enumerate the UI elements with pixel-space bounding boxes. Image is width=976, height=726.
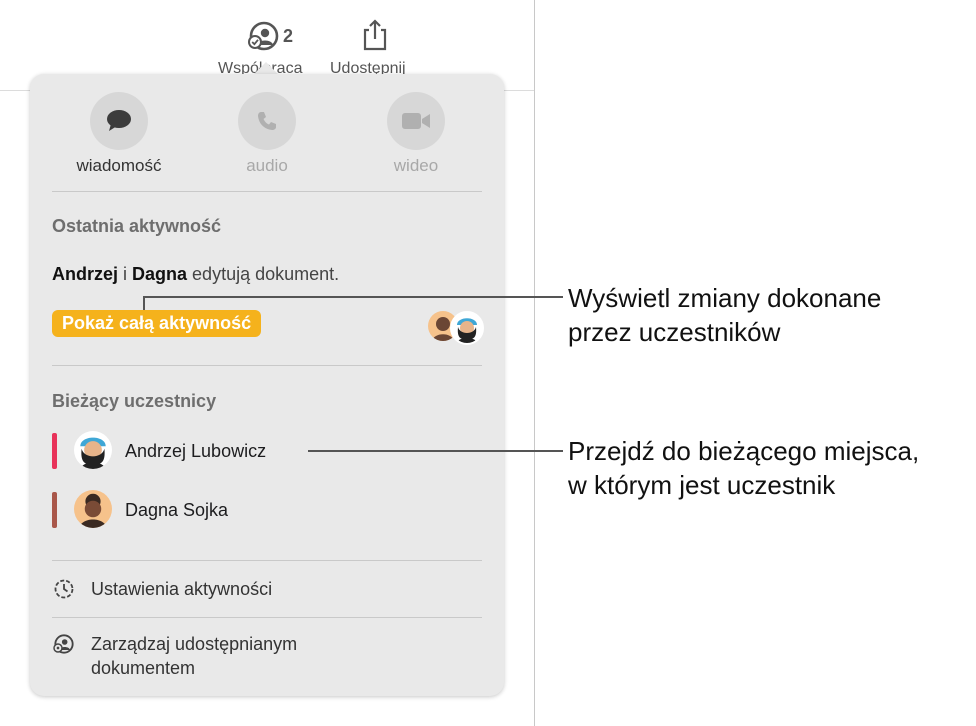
callout-bottom-line-2: w którym jest uczestnik [568, 470, 836, 500]
callout-go-to-participant: Przejdź do bieżącego miejsca, w którym j… [568, 434, 919, 502]
recent-activity-title: Ostatnia aktywność [52, 216, 222, 236]
callout-show-changes: Wyświetl zmiany dokonane przez uczestnik… [568, 281, 881, 349]
manage-label-line-1: Zarządzaj udostępnianym [91, 634, 298, 654]
audio-label: audio [246, 156, 288, 175]
manage-label-line-2: dokumentem [91, 658, 196, 678]
activity-conjunction: i [118, 264, 133, 284]
message-bubble-icon [107, 110, 131, 131]
video-button[interactable] [387, 92, 445, 150]
callout-line [308, 450, 563, 452]
audio-button[interactable] [238, 92, 296, 150]
avatar [450, 311, 484, 345]
participant-color-bar [52, 433, 57, 469]
phone-icon [258, 112, 276, 130]
message-button[interactable] [90, 92, 148, 150]
participant-color-bar [52, 492, 57, 528]
share-icon [363, 19, 387, 51]
activity-user-2: Dagna [132, 264, 188, 284]
divider [52, 560, 482, 561]
participant-avatar [74, 431, 112, 469]
collaboration-popover: wiadomość audio wideo Ostatnia aktywność… [30, 74, 504, 696]
participant-name: Andrzej Lubowicz [125, 441, 267, 461]
activity-user-1: Andrzej [52, 264, 119, 284]
collaborator-count: 2 [283, 26, 294, 46]
video-camera-icon [402, 113, 430, 129]
collaboration-icon [248, 21, 279, 51]
activity-action: edytują dokument. [187, 264, 340, 284]
show-all-activity-button[interactable]: Pokaż całą aktywność [52, 310, 262, 337]
divider [52, 617, 482, 618]
callout-bottom-line-1: Przejdź do bieżącego miejsca, [568, 436, 920, 466]
share-button[interactable] [360, 18, 390, 57]
collaborate-button[interactable] [244, 18, 284, 59]
activity-settings-button[interactable]: Ustawienia aktywności [52, 577, 482, 603]
activity-summary: Andrzej i Dagna edytują dokument. [52, 264, 339, 285]
manage-shared-document-label: Zarządzaj udostępnianym dokumentem [91, 632, 297, 680]
participant-row[interactable]: Dagna Sojka [52, 488, 482, 532]
video-label: wideo [393, 156, 439, 175]
callout-line [143, 296, 145, 310]
callout-top-line-2: przez uczestników [568, 317, 781, 347]
manage-shared-document-button[interactable]: Zarządzaj udostępnianym dokumentem [52, 632, 482, 682]
divider [52, 191, 482, 192]
callout-line [143, 296, 563, 298]
callout-top-line-1: Wyświetl zmiany dokonane [568, 283, 882, 313]
current-participants-title: Bieżący uczestnicy [52, 391, 217, 411]
participant-name: Dagna Sojka [125, 500, 229, 520]
divider [52, 365, 482, 366]
activity-settings-icon [54, 579, 74, 599]
participant-avatar [74, 490, 112, 528]
activity-settings-label: Ustawienia aktywności [91, 579, 273, 599]
message-label: wiadomość [76, 156, 162, 175]
manage-sharing-icon [53, 634, 74, 654]
